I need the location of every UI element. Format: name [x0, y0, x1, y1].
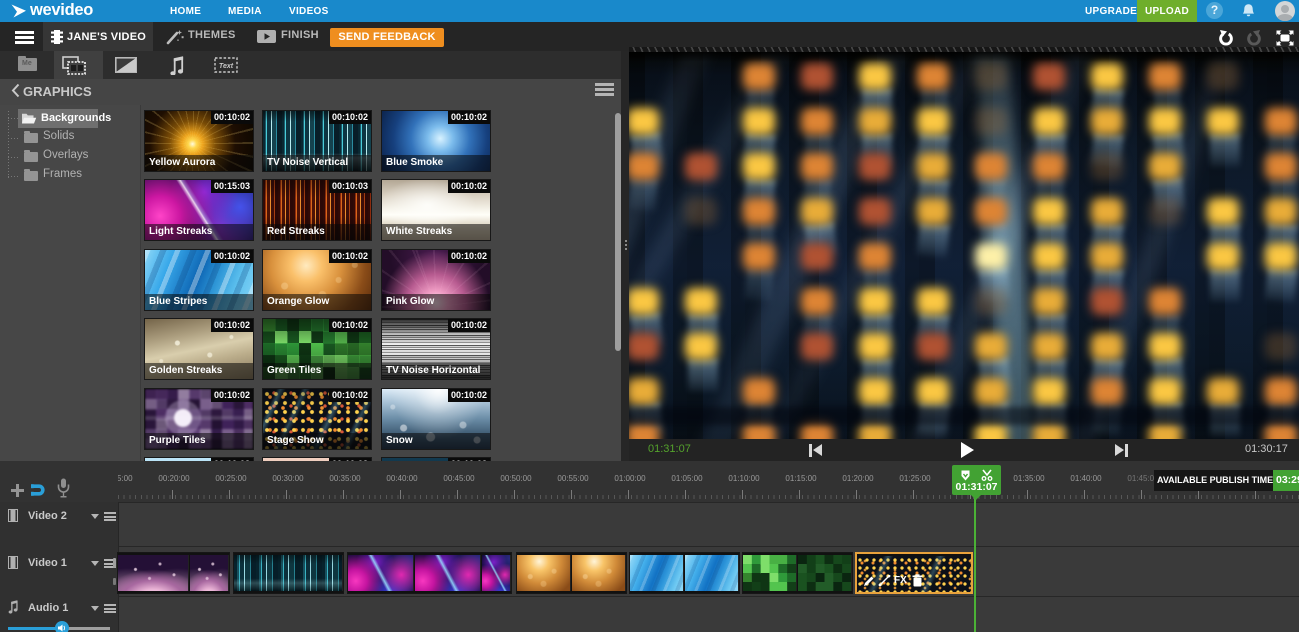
svg-text:Text: Text — [219, 63, 234, 70]
